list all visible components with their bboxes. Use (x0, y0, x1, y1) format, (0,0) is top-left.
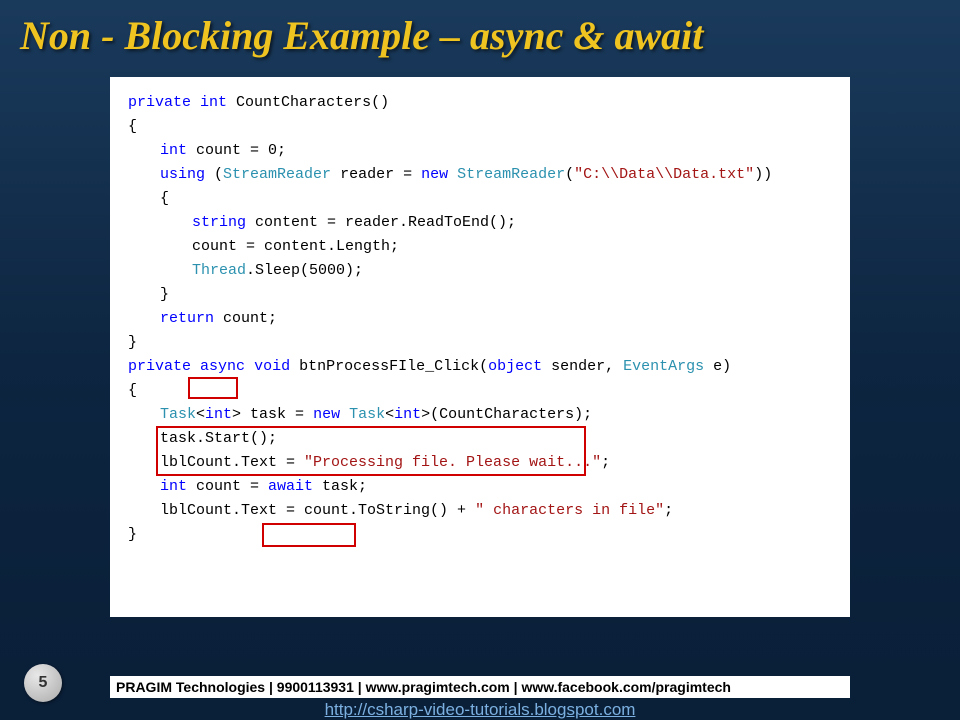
code-token: { (128, 187, 832, 211)
code-token: using (160, 166, 205, 183)
code-token: int (160, 478, 187, 495)
code-token: task; (313, 478, 367, 495)
code-token: ( (205, 166, 223, 183)
code-token: private (128, 358, 191, 375)
code-block: private int CountCharacters() { int coun… (110, 77, 850, 617)
code-token: count = (187, 478, 268, 495)
slide-title: Non - Blocking Example – async & await (0, 0, 960, 67)
code-token (191, 358, 200, 375)
code-token: string (192, 214, 246, 231)
code-token: Task (349, 406, 385, 423)
code-token: void (254, 358, 290, 375)
code-token: StreamReader (457, 166, 565, 183)
code-token: CountCharacters() (227, 94, 389, 111)
code-token: ( (565, 166, 574, 183)
code-token: reader = (331, 166, 421, 183)
code-token: .Sleep(5000); (246, 262, 363, 279)
code-token: await (268, 478, 313, 495)
code-token: int (205, 406, 232, 423)
code-token: object (488, 358, 542, 375)
code-token: >(CountCharacters); (421, 406, 592, 423)
code-token: btnProcessFIle_Click( (290, 358, 488, 375)
footer-bar: PRAGIM Technologies | 9900113931 | www.p… (110, 676, 850, 698)
code-token: > task = (232, 406, 313, 423)
code-token: ; (664, 502, 673, 519)
code-token: StreamReader (223, 166, 331, 183)
code-token: count = 0; (187, 142, 286, 159)
code-token: int (394, 406, 421, 423)
code-token: content = reader.ReadToEnd(); (246, 214, 516, 231)
code-token: async (200, 358, 245, 375)
code-token: new (313, 406, 340, 423)
code-token: new (421, 166, 448, 183)
code-token: return (160, 310, 214, 327)
page-number-badge: 5 (24, 664, 62, 702)
code-token: lblCount.Text = count.ToString() + (160, 502, 475, 519)
code-token: Thread (192, 262, 246, 279)
code-token: e) (704, 358, 731, 375)
code-token: ; (601, 454, 610, 471)
code-token: { (128, 115, 832, 139)
code-token: EventArgs (623, 358, 704, 375)
code-token: < (385, 406, 394, 423)
code-token: )) (754, 166, 772, 183)
code-token: count; (214, 310, 277, 327)
code-token: private (128, 94, 191, 111)
code-token (448, 166, 457, 183)
code-token: } (128, 331, 832, 355)
code-token: "Processing file. Please wait..." (304, 454, 601, 471)
code-token: } (128, 523, 832, 547)
code-token: Task (160, 406, 196, 423)
code-token: count = content.Length; (128, 235, 832, 259)
code-token: int (160, 142, 187, 159)
code-token: sender, (542, 358, 623, 375)
code-token: "C:\\Data\\Data.txt" (574, 166, 754, 183)
blog-link[interactable]: http://csharp-video-tutorials.blogspot.c… (0, 700, 960, 720)
code-token: lblCount.Text = (160, 454, 304, 471)
code-token (245, 358, 254, 375)
code-token: < (196, 406, 205, 423)
code-token: int (200, 94, 227, 111)
code-token (340, 406, 349, 423)
code-token: task.Start(); (128, 427, 832, 451)
code-token: " characters in file" (475, 502, 664, 519)
code-token: } (128, 283, 832, 307)
code-token: { (128, 379, 832, 403)
